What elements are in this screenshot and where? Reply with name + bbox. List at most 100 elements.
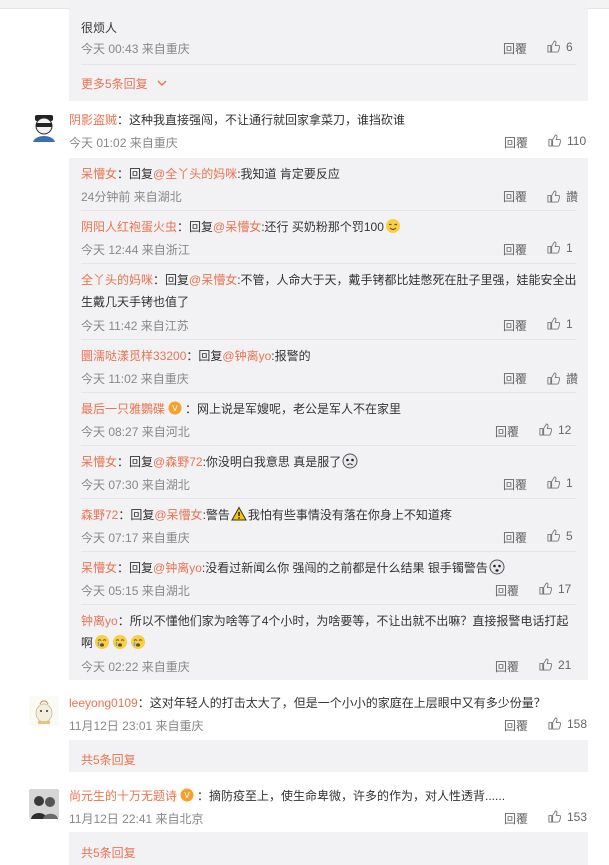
thumbs-up-icon (547, 317, 560, 330)
avatar-cartoon-icon (29, 696, 59, 726)
reply-author[interactable]: 呆懵女 (81, 167, 117, 181)
reply-button[interactable]: 回覆 (503, 476, 527, 493)
all-replies-link[interactable]: 共5条回复 (81, 844, 136, 861)
divider (81, 551, 576, 552)
reply-time: 今天 11:42 来自江苏 (81, 319, 189, 333)
svg-text:V: V (184, 791, 190, 800)
reply-prefix: ：回复 (186, 349, 223, 363)
all-replies-link[interactable]: 共5条回复 (81, 751, 136, 768)
reply-author[interactable]: 钟离yo (81, 614, 118, 628)
divider (81, 210, 576, 211)
mention-link[interactable]: @全丫头的妈咪 (153, 167, 237, 181)
comment-text: ：摘防疫至上，使生命卑微，许多的作为，对人性透背...... (197, 789, 506, 803)
reply-text-row: 呆懵女：回复@钟离yo:没看过新闻么你 强闯的之前都是什么结果 银手镯警告 (81, 558, 581, 578)
like-button[interactable]: 158 (548, 717, 587, 731)
crying-face-icon (113, 635, 128, 649)
comment-author[interactable]: leeyong0109 (69, 696, 138, 710)
like-button[interactable]: 5 (547, 529, 573, 543)
like-button[interactable]: 1 (547, 476, 573, 490)
comment-author[interactable]: 阴影盗贼 (69, 113, 117, 127)
reply-text-row: 最后一只雅鸚碟 V ：网上说是军嫂呢，老公是军人不在家里 (81, 399, 581, 419)
reply-text: ：所以不懂他们家为啥等了4个小时，为啥要等，不让出就不出嘛？直接报警电话打起 (117, 614, 569, 628)
like-count: 1 (566, 241, 573, 255)
reply-button[interactable]: 回覆 (504, 810, 528, 827)
like-button[interactable]: 1 (547, 317, 573, 331)
like-button[interactable]: 6 (547, 40, 573, 54)
like-button[interactable]: 1 (547, 241, 573, 255)
avatar[interactable] (29, 112, 59, 142)
reply-button[interactable]: 回覆 (503, 40, 527, 57)
like-count: 17 (558, 582, 572, 596)
reply-prefix: ：回复 (153, 273, 190, 287)
like-count: 12 (558, 423, 572, 437)
reply-text: 很烦人 (81, 21, 118, 35)
reply-author[interactable]: 呆懵女 (81, 561, 117, 575)
divider (81, 604, 576, 605)
reply-prefix: ：回复 (117, 455, 154, 469)
mention-link[interactable]: @呆懵女 (154, 508, 202, 522)
divider (81, 64, 576, 65)
reply-author[interactable]: 全丫头的妈咪 (81, 273, 153, 287)
reply-text-row: 钟离yo：所以不懂他们家为啥等了4个小时，为啥要等，不让出就不出嘛？直接报警电话… (81, 611, 581, 631)
reply-text-after: 我怕有些事情没有落在你身上不知道疼 (247, 508, 452, 522)
reply-author[interactable]: 森野72 (81, 508, 118, 522)
avatar-bandit-icon (29, 112, 59, 142)
reply-text: :警告 (202, 508, 230, 522)
reply-text-row: 阴阳人红袍蛋火虫：回复@呆懵女:还行 买奶粉那个罚100 (81, 217, 581, 237)
like-button[interactable]: 讚 (547, 188, 578, 205)
reply-text: :报警的 (271, 349, 311, 363)
mention-link[interactable]: @呆懵女 (189, 273, 237, 287)
reply-text: :我知道 肯定要反应 (237, 167, 340, 181)
reply-button[interactable]: 回覆 (503, 188, 527, 205)
reply-text-continued: 生戴几天手铐也值了 (81, 295, 190, 309)
like-button[interactable]: 讚 (547, 370, 578, 387)
like-count: 讚 (566, 190, 579, 204)
avatar[interactable] (29, 789, 59, 819)
reply-text: ：网上说是军嫂呢，老公是军人不在家里 (185, 402, 402, 416)
reply-text: :不管，人命大于天，戴手铐都比娃憋死在肚子里强，娃能安全出 (237, 273, 577, 287)
divider (81, 445, 576, 446)
reply-button[interactable]: 回覆 (504, 717, 528, 734)
reply-author[interactable]: 最后一只雅鸚碟 (81, 402, 165, 416)
avatar[interactable] (29, 696, 59, 726)
reply-button[interactable]: 回覆 (504, 134, 528, 151)
crying-emoji-icon (342, 453, 358, 469)
reply-button[interactable]: 回覆 (495, 582, 519, 599)
like-button[interactable]: 17 (539, 582, 571, 596)
comment-author[interactable]: 尚元生的十万无题诗 (69, 789, 177, 803)
reply-prefix: ：回复 (117, 167, 154, 181)
like-count: 158 (567, 717, 588, 731)
reply-author[interactable]: 阴阳人红袍蛋火虫 (81, 220, 177, 234)
mention-link[interactable]: @森野72 (153, 455, 203, 469)
thumbs-up-icon (547, 40, 560, 53)
reply-button[interactable]: 回覆 (503, 241, 527, 258)
like-button[interactable]: 21 (539, 658, 571, 672)
reply-text: :没看过新闻么你 强闯的之前都是什么结果 银手镯警告 (201, 561, 488, 575)
like-count: 讚 (566, 372, 579, 386)
like-button[interactable]: 153 (548, 810, 587, 824)
like-count: 5 (566, 529, 573, 543)
reply-text: :还行 买奶粉那个罚100 (261, 220, 384, 234)
reply-author[interactable]: 圜濡哒漾觅样33200 (81, 349, 186, 363)
comment-text-row: 阴影盗贼：这种我直接强闯，不让通行就回家拿菜刀，谁挡砍谁 (69, 110, 405, 130)
reply-text-row: 森野72：回复@呆懵女:警告 我怕有些事情没有落在你身上不知道疼 (81, 505, 581, 525)
reply-button[interactable]: 回覆 (503, 529, 527, 546)
divider (81, 392, 576, 393)
mention-link[interactable]: @钟离yo (222, 349, 271, 363)
crying-face-icon (95, 635, 110, 649)
mention-link[interactable]: @钟离yo (153, 561, 202, 575)
reply-button[interactable]: 回覆 (495, 658, 519, 675)
like-button[interactable]: 12 (539, 423, 571, 437)
reply-time: 今天 08:27 来自河北 (81, 425, 190, 439)
like-button[interactable]: 110 (548, 134, 586, 148)
more-replies-link[interactable]: 更多5条回复 (81, 75, 167, 92)
reply-button[interactable]: 回覆 (495, 423, 519, 440)
thumbs-up-icon (548, 134, 561, 147)
reply-author[interactable]: 呆懵女 (81, 455, 117, 469)
avatar-photo-icon (29, 789, 59, 819)
reply-button[interactable]: 回覆 (503, 370, 527, 387)
reply-button[interactable]: 回覆 (503, 317, 527, 334)
reply-time: 今天 07:17 来自重庆 (81, 531, 190, 545)
mention-link[interactable]: @呆懵女 (213, 220, 261, 234)
reply-time: 今天 11:02 来自重庆 (81, 372, 189, 386)
